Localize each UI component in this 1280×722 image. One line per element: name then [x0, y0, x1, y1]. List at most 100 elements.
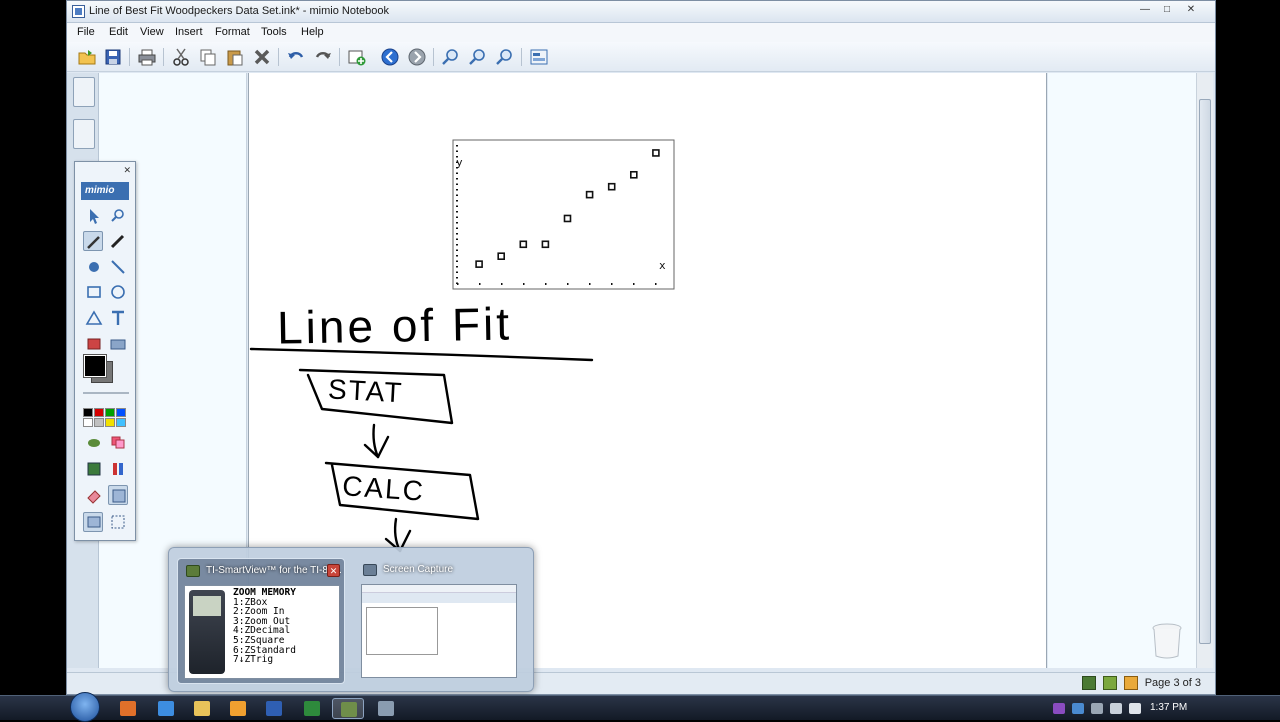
back-icon[interactable] — [380, 47, 400, 67]
palette-swatch[interactable] — [105, 408, 115, 417]
cut-icon[interactable] — [171, 47, 191, 67]
copy-icon[interactable] — [198, 47, 218, 67]
menu-view[interactable]: View — [140, 26, 164, 38]
toolbox-close-icon[interactable]: ✕ — [123, 165, 131, 176]
thumbnail-close-button[interactable]: ✕ — [327, 564, 340, 577]
desktop: Line of Best Fit Woodpeckers Data Set.in… — [0, 0, 1280, 722]
menu-edit[interactable]: Edit — [109, 26, 128, 38]
stat-box-text: STAT — [327, 373, 404, 408]
taskbar-screen-capture[interactable] — [370, 698, 402, 719]
palette-swatch[interactable] — [83, 418, 93, 427]
taskbar-ie[interactable] — [150, 698, 182, 719]
screen-capture-app-icon — [363, 564, 377, 576]
start-button[interactable] — [70, 692, 100, 722]
triangle-tool-icon[interactable] — [84, 308, 104, 328]
gallery-tool-icon[interactable] — [84, 459, 104, 479]
mimio-logo: mimio — [81, 182, 129, 200]
menu-file[interactable]: File — [77, 26, 95, 38]
screen-annotate-icon[interactable] — [83, 512, 103, 532]
image-tool-icon[interactable] — [84, 334, 104, 354]
zoom-in-icon[interactable] — [441, 47, 461, 67]
calculator-screenshot[interactable]: y x — [452, 139, 675, 290]
menu-help[interactable]: Help — [301, 26, 324, 38]
palette-swatch[interactable] — [116, 418, 126, 427]
status-rss-icon[interactable] — [1124, 676, 1138, 690]
tray-volume-icon[interactable] — [1129, 703, 1141, 714]
delete-icon[interactable] — [252, 47, 272, 67]
thumbnail-screen-capture[interactable]: Screen Capture — [355, 558, 523, 684]
tray-signal-icon[interactable] — [1110, 703, 1122, 714]
thumbnail-smartview[interactable]: TI-SmartView™ for the TI-84... ✕ ZOOM ME… — [177, 558, 345, 684]
minimize-button[interactable]: — — [1135, 3, 1155, 17]
pages-tab[interactable] — [73, 77, 95, 107]
screen-capture-preview — [361, 584, 517, 678]
eraser-tool-icon[interactable] — [84, 485, 104, 505]
trash-can-icon[interactable] — [1150, 620, 1184, 660]
x-axis-label: x — [659, 259, 666, 272]
menu-tools[interactable]: Tools — [261, 26, 287, 38]
taskbar-word[interactable] — [258, 698, 290, 719]
taskbar-explorer[interactable] — [186, 698, 218, 719]
ink-heading: Line of Fit — [249, 298, 594, 362]
rectangle-tool-icon[interactable] — [84, 282, 104, 302]
title-bar[interactable]: Line of Best Fit Woodpeckers Data Set.in… — [67, 1, 1215, 23]
zoom-tool-icon[interactable] — [108, 206, 128, 226]
close-button[interactable]: ✕ — [1181, 3, 1201, 17]
status-icon[interactable] — [1082, 676, 1096, 690]
thickness-slider[interactable] — [83, 392, 129, 394]
gallery-tab[interactable] — [73, 119, 95, 149]
taskbar-media[interactable] — [222, 698, 254, 719]
tray-network-icon[interactable] — [1072, 703, 1084, 714]
palette-swatch[interactable] — [83, 408, 93, 417]
palette-swatch[interactable] — [94, 418, 104, 427]
forward-icon[interactable] — [407, 47, 427, 67]
tray-onenote-icon[interactable] — [1053, 703, 1065, 714]
main-toolbar — [67, 42, 1215, 72]
taskbar-firefox[interactable] — [112, 698, 144, 719]
menu-insert[interactable]: Insert — [175, 26, 203, 38]
maximize-button[interactable]: □ — [1157, 3, 1177, 17]
line-tool-icon[interactable] — [108, 257, 128, 277]
palette-swatch[interactable] — [105, 418, 115, 427]
vertical-scrollbar[interactable] — [1196, 73, 1213, 668]
highlighter-icon[interactable] — [108, 231, 128, 251]
mimio-toolbox: ✕ mimio — [74, 161, 136, 541]
palette-swatch[interactable] — [116, 408, 126, 417]
clone-tool-icon[interactable] — [108, 432, 128, 452]
paste-icon[interactable] — [225, 47, 245, 67]
status-edit-icon[interactable] — [1103, 676, 1117, 690]
toolbar-separator — [521, 48, 522, 66]
spotlight-tool-icon[interactable] — [108, 485, 128, 505]
open-icon[interactable] — [77, 47, 97, 67]
taskbar: 1:37 PM — [0, 692, 1280, 722]
taskbar-clock: 1:37 PM — [1150, 702, 1188, 713]
line-color-swatch[interactable] — [83, 354, 107, 378]
pen-tool-icon[interactable] — [83, 231, 103, 251]
fill-tool-icon[interactable] — [84, 432, 104, 452]
select-arrow-icon[interactable] — [84, 206, 104, 226]
zoom-out-icon[interactable] — [468, 47, 488, 67]
screen-tool-icon[interactable] — [529, 47, 549, 67]
attachment-tool-icon[interactable] — [108, 459, 128, 479]
print-icon[interactable] — [137, 47, 157, 67]
tray-usb-icon[interactable] — [1091, 703, 1103, 714]
taskbar-mimio[interactable] — [332, 698, 364, 719]
toolbar-separator — [278, 48, 279, 66]
zoom-fit-icon[interactable] — [495, 47, 515, 67]
menu-format[interactable]: Format — [215, 26, 250, 38]
scrollbar-thumb[interactable] — [1199, 99, 1211, 644]
screen-select-icon[interactable] — [108, 512, 128, 532]
redo-icon[interactable] — [313, 47, 333, 67]
shape-tool-icon[interactable] — [84, 257, 104, 277]
text-tool-icon[interactable] — [108, 308, 128, 328]
undo-icon[interactable] — [286, 47, 306, 67]
right-gutter — [1048, 73, 1196, 668]
new-page-icon[interactable] — [347, 47, 367, 67]
thumbnail-caption: TI-SmartView™ for the TI-84... — [206, 565, 342, 576]
toolbar-separator — [433, 48, 434, 66]
ellipse-tool-icon[interactable] — [108, 282, 128, 302]
palette-swatch[interactable] — [94, 408, 104, 417]
camera-tool-icon[interactable] — [108, 334, 128, 354]
save-icon[interactable] — [103, 47, 123, 67]
taskbar-excel[interactable] — [296, 698, 328, 719]
